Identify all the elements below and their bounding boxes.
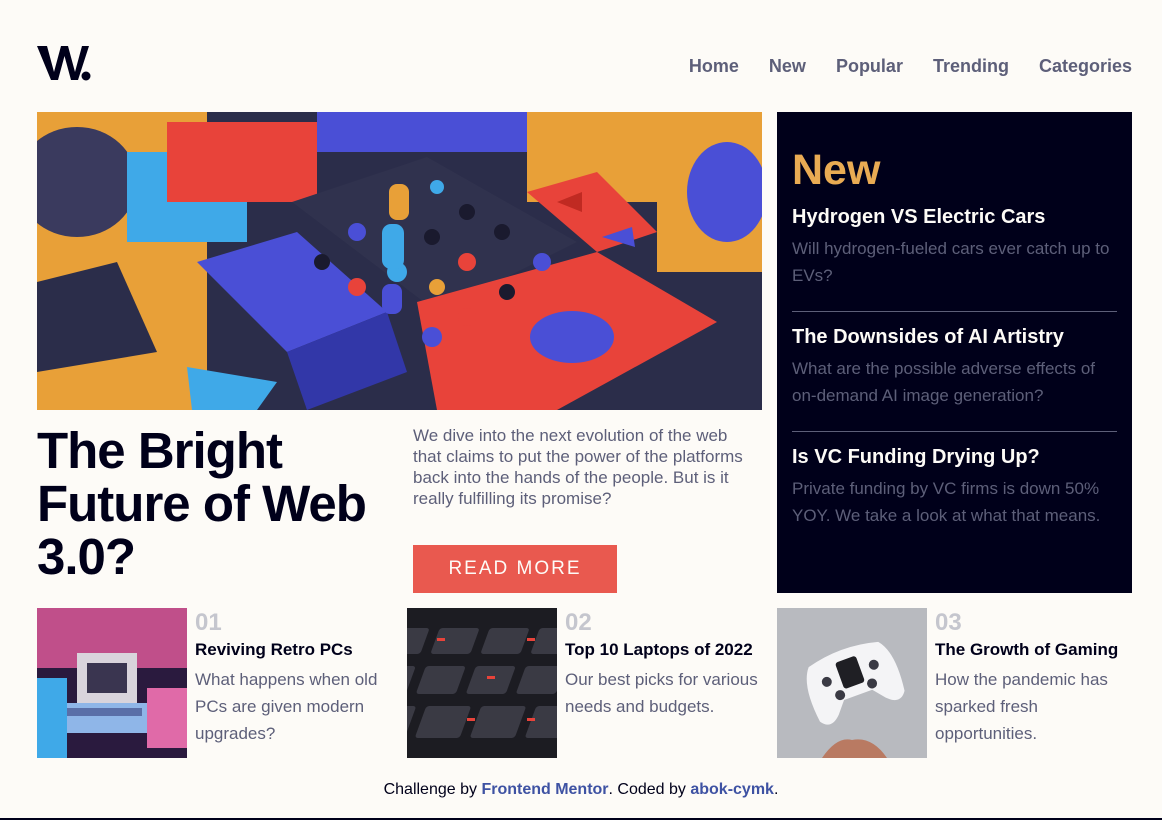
- new-item-title[interactable]: The Downsides of AI Artistry: [792, 326, 1117, 349]
- site-logo[interactable]: [37, 40, 93, 84]
- card-text: How the pandemic has sparked fresh oppor…: [935, 670, 1108, 743]
- new-item[interactable]: Hydrogen VS Electric Cars Will hydrogen-…: [792, 206, 1117, 312]
- footer-prefix: Challenge by: [383, 781, 482, 798]
- card-title[interactable]: Top 10 Laptops of 2022: [565, 640, 762, 660]
- card-number: 01: [195, 609, 222, 636]
- article-card[interactable]: 02 Top 10 Laptops of 2022 Our best picks…: [407, 608, 762, 758]
- gaming-controller-image: [777, 608, 927, 758]
- new-item-text: Private funding by VC firms is down 50% …: [792, 479, 1101, 525]
- main-nav: Home New Popular Trending Categories: [689, 56, 1132, 77]
- read-more-button[interactable]: READ MORE: [413, 545, 617, 593]
- nav-new[interactable]: New: [769, 56, 806, 77]
- new-item-text: What are the possible adverse effects of…: [792, 359, 1096, 405]
- footer-suffix: .: [773, 781, 779, 798]
- article-card[interactable]: 01 Reviving Retro PCs What happens when …: [37, 608, 392, 758]
- article-card[interactable]: 03 The Growth of Gaming How the pandemic…: [777, 608, 1132, 758]
- card-title[interactable]: The Growth of Gaming: [935, 640, 1132, 660]
- hero-image: [37, 112, 762, 410]
- nav-categories[interactable]: Categories: [1039, 56, 1132, 77]
- footer-attribution: Challenge by Frontend Mentor. Coded by a…: [0, 781, 1162, 799]
- nav-popular[interactable]: Popular: [836, 56, 903, 77]
- logo-w-icon: [37, 46, 91, 81]
- laptop-keyboard-image: [407, 608, 557, 758]
- new-item-text: Will hydrogen-fueled cars ever catch up …: [792, 239, 1110, 285]
- author-link[interactable]: abok-cymk: [690, 781, 774, 798]
- new-panel: New Hydrogen VS Electric Cars Will hydro…: [777, 112, 1132, 593]
- footer-middle: . Coded by: [608, 781, 691, 798]
- card-title[interactable]: Reviving Retro PCs: [195, 640, 392, 660]
- new-item[interactable]: The Downsides of AI Artistry What are th…: [792, 312, 1117, 432]
- new-item-title[interactable]: Is VC Funding Drying Up?: [792, 446, 1117, 469]
- new-item-title[interactable]: Hydrogen VS Electric Cars: [792, 206, 1117, 229]
- card-text: What happens when old PCs are given mode…: [195, 670, 378, 743]
- card-number: 03: [935, 609, 962, 636]
- nav-home[interactable]: Home: [689, 56, 739, 77]
- new-item[interactable]: Is VC Funding Drying Up? Private funding…: [792, 432, 1117, 551]
- nav-trending[interactable]: Trending: [933, 56, 1009, 77]
- card-number: 02: [565, 609, 592, 636]
- frontend-mentor-link[interactable]: Frontend Mentor: [481, 781, 608, 798]
- retro-pc-image: [37, 608, 187, 758]
- hero-description: We dive into the next evolution of the w…: [413, 426, 743, 508]
- new-heading: New: [792, 146, 881, 194]
- card-text: Our best picks for various needs and bud…: [565, 670, 758, 716]
- hero-title: The Bright Future of Web 3.0?: [37, 422, 367, 585]
